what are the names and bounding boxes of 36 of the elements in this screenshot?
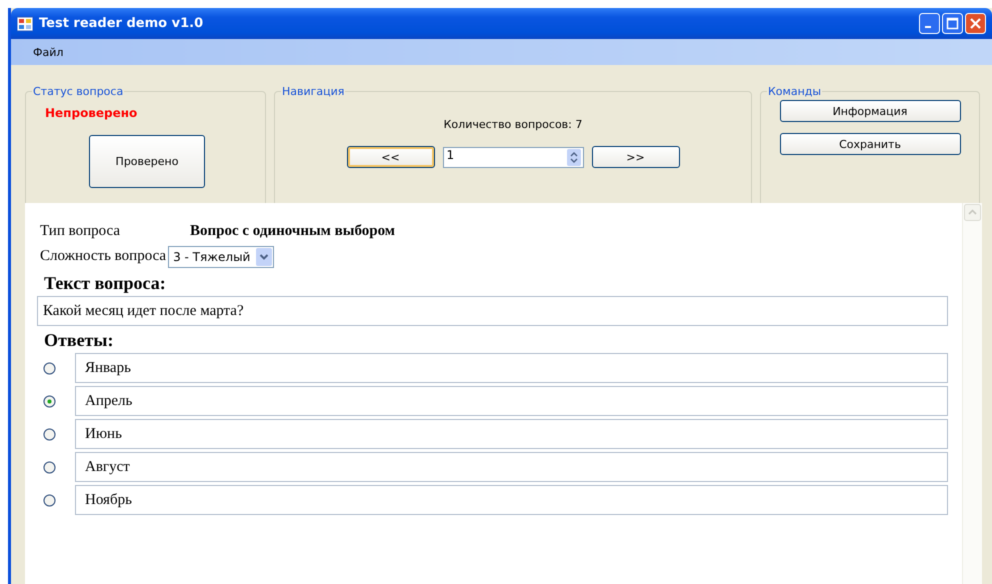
answer-field[interactable]: Ноябрь [75, 485, 948, 515]
radio-button[interactable] [43, 362, 56, 374]
previous-button[interactable]: << [346, 146, 434, 168]
window-title: Test reader demo v1.0 [39, 16, 204, 31]
next-button[interactable]: >> [592, 146, 680, 168]
checked-button[interactable]: Проверено [89, 135, 205, 188]
answer-field[interactable]: Август [75, 452, 948, 482]
group-title: Статус вопроса [32, 85, 124, 98]
question-type-value: Вопрос с одиночным выбором [190, 223, 396, 240]
close-button[interactable] [965, 13, 986, 34]
group-title: Навигация [281, 85, 346, 98]
app-icon [17, 16, 33, 32]
minimize-button[interactable] [919, 13, 940, 34]
radio-button[interactable] [43, 394, 56, 408]
scrollbar[interactable] [962, 203, 982, 584]
radio-button[interactable] [43, 428, 56, 440]
question-text-field[interactable]: Какой месяц идет после марта? [37, 296, 948, 326]
answers-heading: Ответы: [44, 330, 114, 351]
maximize-button[interactable] [942, 13, 963, 34]
question-text-heading: Текст вопроса: [44, 273, 167, 294]
radio-button[interactable] [43, 460, 56, 474]
question-number-field[interactable]: 1 [442, 146, 584, 168]
question-type-label: Тип вопроса [40, 223, 121, 240]
menu-item[interactable]: Файл [11, 46, 72, 58]
radio-button[interactable] [43, 494, 56, 506]
answer-field[interactable]: Январь [75, 353, 948, 383]
question-count: Количество вопросов: 7 [444, 118, 582, 131]
status-label: Непроверено [45, 106, 138, 120]
command-button[interactable]: Информация [780, 100, 960, 122]
difficulty-label: Сложность вопроса [40, 248, 166, 265]
answer-field[interactable]: Июнь [75, 419, 948, 449]
command-button[interactable]: Сохранить [780, 133, 960, 155]
spinner-icon[interactable] [566, 148, 580, 166]
answer-field[interactable]: Апрель [75, 386, 948, 416]
difficulty-dropdown[interactable]: 3 - Тяжелый [168, 246, 274, 268]
group-title: Команды [767, 85, 822, 98]
